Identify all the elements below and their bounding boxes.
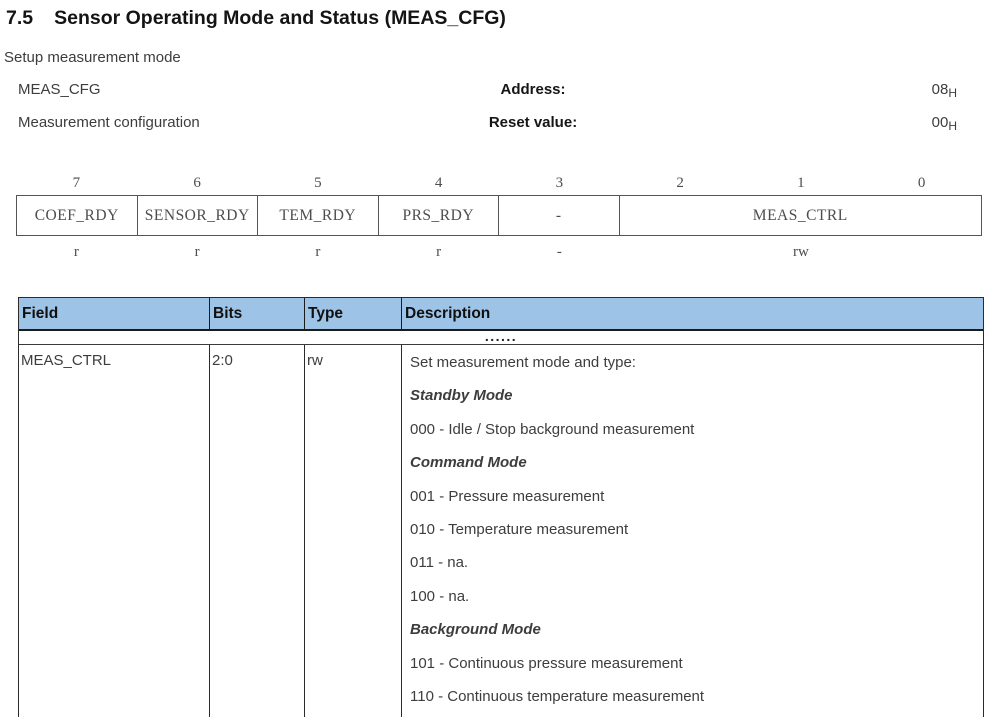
description-line: 000 - Idle / Stop background measurement: [410, 413, 981, 446]
bit-number: 0: [861, 176, 982, 191]
column-header-description: Description: [402, 298, 983, 329]
reset-value: 00H: [932, 114, 957, 131]
bit-number: 5: [258, 176, 379, 191]
bit-field-cell: -: [499, 196, 620, 235]
page-title: 7.5 Sensor Operating Mode and Status (ME…: [6, 7, 506, 30]
column-header-bits: Bits: [210, 298, 305, 329]
description-line: 101 - Continuous pressure measurement: [410, 647, 981, 680]
section-title: Sensor Operating Mode and Status (MEAS_C…: [54, 7, 506, 30]
bits-cell: 2:0: [210, 345, 305, 717]
description-line: 011 - na.: [410, 546, 981, 579]
hex-suffix: H: [948, 86, 957, 100]
bit-number: 3: [499, 176, 620, 191]
description-line: 110 - Continuous temperature measurement: [410, 680, 981, 713]
description-line: Command Mode: [410, 446, 981, 479]
bit-field-cell: MEAS_CTRL: [620, 196, 982, 235]
bit-field-row: COEF_RDY SENSOR_RDY TEM_RDY PRS_RDY - ME…: [16, 195, 982, 236]
description-line: 001 - Pressure measurement: [410, 480, 981, 513]
register-description: Measurement configuration: [18, 114, 200, 131]
column-header-field: Field: [19, 298, 210, 329]
description-line: Standby Mode: [410, 379, 981, 412]
bit-number: 6: [137, 176, 258, 191]
type-cell: rw: [305, 345, 402, 717]
bit-field-cell: PRS_RDY: [379, 196, 500, 235]
access-type: rw: [620, 244, 982, 261]
access-type: r: [137, 244, 258, 261]
access-type: -: [499, 244, 620, 261]
description-cell: Set measurement mode and type: Standby M…: [402, 345, 983, 717]
bit-field-cell: COEF_RDY: [17, 196, 138, 235]
datasheet-page: 7.5 Sensor Operating Mode and Status (ME…: [0, 0, 987, 717]
subtitle: Setup measurement mode: [4, 49, 181, 66]
bit-number: 7: [16, 176, 137, 191]
address-label: Address:: [500, 81, 565, 98]
access-type: r: [378, 244, 499, 261]
description-line: Background Mode: [410, 613, 981, 646]
hex-suffix: H: [948, 119, 957, 133]
column-header-type: Type: [305, 298, 402, 329]
field-name-cell: MEAS_CTRL: [19, 345, 210, 717]
register-info-row-address: MEAS_CFG Address: 08H: [0, 81, 987, 101]
bit-field-cell: SENSOR_RDY: [138, 196, 259, 235]
address-value: 08H: [932, 81, 957, 98]
access-type: r: [16, 244, 137, 261]
field-table-row: MEAS_CTRL 2:0 rw Set measurement mode an…: [19, 345, 983, 717]
bit-number: 1: [741, 176, 862, 191]
section-number: 7.5: [6, 7, 33, 30]
field-table-header: Field Bits Type Description: [19, 298, 983, 331]
description-line: 010 - Temperature measurement: [410, 513, 981, 546]
bit-access-row: r r r r - rw: [16, 244, 982, 261]
reset-value-label: Reset value:: [489, 114, 577, 131]
bit-number-row: 7 6 5 4 3 2 1 0: [16, 176, 982, 191]
bit-number: 4: [378, 176, 499, 191]
register-name: MEAS_CFG: [18, 81, 101, 98]
register-info-row-reset: Measurement configuration Reset value: 0…: [0, 114, 987, 134]
field-description-table: Field Bits Type Description ...... MEAS_…: [18, 297, 984, 717]
ellipsis-row: ......: [19, 331, 983, 345]
bit-field-cell: TEM_RDY: [258, 196, 379, 235]
bit-number: 2: [620, 176, 741, 191]
access-type: r: [258, 244, 379, 261]
description-line: Set measurement mode and type:: [410, 346, 981, 379]
description-line: 100 - na.: [410, 580, 981, 613]
bit-register-diagram: 7 6 5 4 3 2 1 0 COEF_RDY SENSOR_RDY TEM_…: [16, 176, 982, 261]
